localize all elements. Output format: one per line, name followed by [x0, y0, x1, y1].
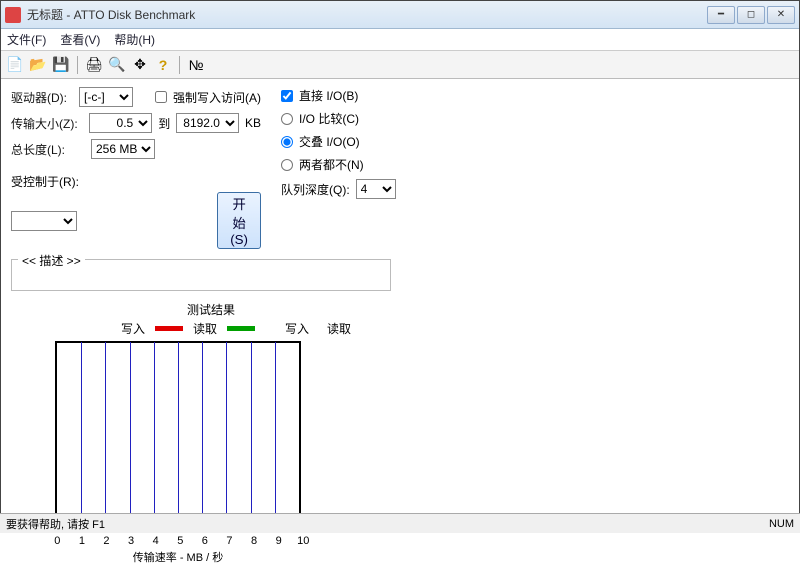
window-title: 无标题 - ATTO Disk Benchmark — [27, 6, 707, 23]
col-write-header: 写入 — [285, 320, 309, 337]
transfer-label: 传输大小(Z): — [11, 115, 83, 132]
legend: 写入 读取 写入 读取 — [121, 320, 789, 337]
x-axis-label: 传输速率 - MB / 秒 — [55, 549, 301, 565]
io-compare-label: I/O 比较(C) — [299, 110, 359, 127]
neither-radio[interactable] — [281, 159, 293, 171]
left-column: 驱动器(D): [-c-] 强制写入访问(A) 传输大小(Z): 0.5 到 8… — [11, 87, 261, 249]
overlap-io-radio[interactable] — [281, 136, 293, 148]
size-from-select[interactable]: 0.5 — [89, 113, 152, 133]
num-indicator: NUM — [769, 518, 794, 530]
minimize-button[interactable]: ━ — [707, 6, 735, 24]
controlled-select[interactable] — [11, 211, 77, 231]
menu-file[interactable]: 文件(F) — [7, 31, 46, 48]
chart-area — [11, 341, 789, 531]
help-icon[interactable]: ? — [153, 55, 173, 75]
controlled-label: 受控制于(R): — [11, 173, 261, 190]
separator — [179, 56, 180, 74]
description-group: << 描述 >> — [11, 259, 391, 291]
to-label: 到 — [158, 115, 170, 132]
window-buttons: ━ ◻ ✕ — [707, 6, 795, 24]
kb-label: KB — [245, 116, 261, 130]
save-icon[interactable]: 💾 — [51, 55, 71, 75]
length-select[interactable]: 256 MB — [91, 139, 155, 159]
description-title: << 描述 >> — [18, 252, 85, 269]
drive-select[interactable]: [-c-] — [79, 87, 133, 107]
length-label: 总长度(L): — [11, 141, 85, 158]
separator — [77, 56, 78, 74]
status-text: 要获得帮助, 请按 F1 — [6, 516, 105, 532]
direct-io-checkbox[interactable] — [281, 90, 293, 102]
maximize-button[interactable]: ◻ — [737, 6, 765, 24]
open-icon[interactable]: 📂 — [28, 55, 48, 75]
menu-view[interactable]: 查看(V) — [60, 31, 100, 48]
size-to-select[interactable]: 8192.0 — [176, 113, 239, 133]
col-read-header: 读取 — [327, 320, 351, 337]
force-write-label: 强制写入访问(A) — [173, 89, 261, 106]
chart — [55, 341, 301, 531]
content-area: 驱动器(D): [-c-] 强制写入访问(A) 传输大小(Z): 0.5 到 8… — [1, 79, 799, 573]
overlap-io-label: 交叠 I/O(O) — [299, 133, 360, 150]
queue-depth-label: 队列深度(Q): — [281, 181, 350, 198]
status-bar: 要获得帮助, 请按 F1 NUM — [0, 513, 800, 533]
legend-read-swatch — [227, 326, 255, 331]
io-compare-radio[interactable] — [281, 113, 293, 125]
force-write-checkbox[interactable] — [155, 91, 167, 103]
legend-write-label: 写入 — [121, 320, 145, 337]
queue-select[interactable]: 4 — [356, 179, 396, 199]
start-button[interactable]: 开始(S) — [217, 192, 261, 249]
preview-icon[interactable]: 🔍 — [107, 55, 127, 75]
new-icon[interactable]: 📄 — [5, 55, 25, 75]
x-ticks: 0 1 2 3 4 5 6 7 8 9 10 — [45, 535, 789, 547]
toolbar: 📄 📂 💾 🖨 🔍 ✥ ? № — [1, 51, 799, 79]
neither-label: 两者都不(N) — [299, 156, 364, 173]
app-icon — [5, 7, 21, 23]
title-bar: 无标题 - ATTO Disk Benchmark ━ ◻ ✕ — [1, 1, 799, 29]
right-column: 直接 I/O(B) I/O 比较(C) 交叠 I/O(O) 两者都不(N) 队列… — [281, 87, 396, 249]
drive-label: 驱动器(D): — [11, 89, 73, 106]
print-icon[interactable]: 🖨 — [84, 55, 104, 75]
legend-write-swatch — [155, 326, 183, 331]
menu-help[interactable]: 帮助(H) — [114, 31, 155, 48]
move-icon[interactable]: ✥ — [130, 55, 150, 75]
legend-read-label: 读取 — [193, 320, 217, 337]
about-icon[interactable]: № — [186, 55, 206, 75]
result-title: 测试结果 — [11, 301, 411, 318]
menu-bar: 文件(F) 查看(V) 帮助(H) — [1, 29, 799, 51]
direct-io-label: 直接 I/O(B) — [299, 87, 358, 104]
close-button[interactable]: ✕ — [767, 6, 795, 24]
